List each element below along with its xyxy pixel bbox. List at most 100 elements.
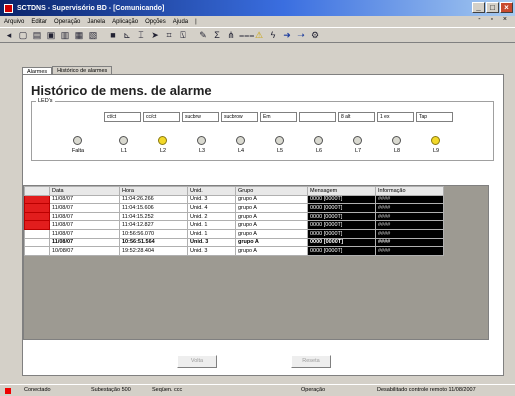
column-header-date[interactable]: Data [49, 186, 120, 196]
menu-help[interactable]: Ajuda [173, 19, 188, 25]
cell-unit: Unid. 1 [187, 228, 236, 239]
save-icon[interactable]: ▣ [45, 29, 57, 41]
column-header-time[interactable]: Hora [119, 186, 188, 196]
reset-button[interactable]: Reseta [291, 355, 331, 368]
preview-icon[interactable]: ▦ [73, 29, 85, 41]
menu-separator: | [195, 18, 197, 25]
led-label: L1 [120, 148, 128, 154]
cell-message: 0000 [0000T] [307, 246, 376, 256]
cell-date: 11/08/07 [49, 220, 120, 230]
alarm-table-area[interactable]: Data Hora Unid. Grupo Mensagem Informaçã… [23, 185, 489, 340]
column-header-group[interactable]: Grupo [235, 186, 308, 196]
table-row[interactable]: 11/08/07 11:04:15.606 Unid. 4 grupo A 0000 [… [24, 203, 444, 213]
settings-icon[interactable]: ⚙ [309, 29, 321, 41]
table-header-row: Data Hora Unid. Grupo Mensagem Informaçã… [24, 186, 444, 196]
table-row[interactable]: 11/08/07 11:04:26.266 Unid. 3 grupo A 0000 [… [24, 194, 444, 205]
cell-unit: Unid. 3 [187, 237, 236, 248]
back-icon[interactable]: ◂ [3, 29, 15, 41]
led-label: L8 [393, 148, 401, 154]
minimize-button[interactable]: _ [472, 2, 485, 13]
arrow-right-icon[interactable]: ➝ [295, 29, 307, 41]
led-header-box: 1 ex [377, 112, 414, 122]
toolbar-separator [101, 29, 105, 41]
sigma-icon[interactable]: Σ [211, 29, 223, 41]
cell-message: 0000 [0000T] [307, 220, 376, 230]
toolbar: ◂ ▢ ▤ ▣ ▥ ▦ ▧ ■ ⊾ ⌶ ➤ ⌗ ⍂ ✎ Σ ⋔ ⩶ ⚠ ϟ ➜ … [0, 27, 515, 43]
lightning-icon[interactable]: ϟ [267, 29, 279, 41]
cell-date: 11/08/07 [49, 228, 120, 239]
back-button[interactable]: Volta [177, 355, 217, 368]
table-row[interactable]: 11/08/07 11:04:15.252 Unid. 2 grupo A 0000 [… [24, 211, 444, 222]
row-status-indicator [24, 194, 50, 205]
text-icon[interactable]: ⍂ [177, 29, 189, 41]
maximize-button[interactable]: □ [486, 2, 499, 13]
column-header-message[interactable]: Mensagem [307, 186, 376, 196]
cell-time: 11:04:12.827 [119, 220, 188, 230]
chart-icon[interactable]: ⊾ [121, 29, 133, 41]
mdi-controls[interactable]: - ▫ × [478, 16, 511, 23]
leds-legend: LED's [36, 98, 55, 104]
led-indicator [73, 136, 82, 145]
column-header-unit[interactable]: Unid. [187, 186, 236, 196]
status-license: Desabilitado controle remoto 11/08/2007 [377, 387, 476, 393]
cell-group: grupo A [235, 220, 308, 230]
led-indicator [353, 136, 362, 145]
print-icon[interactable]: ▥ [59, 29, 71, 41]
menu-operation[interactable]: Operação [54, 19, 80, 25]
row-status-indicator [24, 220, 50, 230]
new-icon[interactable]: ▢ [17, 29, 29, 41]
cell-message: 0000 [0000T] [307, 228, 376, 239]
tool-icon[interactable]: ⌶ [135, 29, 147, 41]
monitor-icon[interactable]: ■ [107, 29, 119, 41]
cell-date: 11/08/07 [49, 203, 120, 213]
wrench-icon[interactable]: ✎ [197, 29, 209, 41]
open-icon[interactable]: ▤ [31, 29, 43, 41]
led-indicator [236, 136, 245, 145]
app-icon [4, 3, 13, 13]
screens-icon[interactable]: ▧ [87, 29, 99, 41]
cell-group: grupo A [235, 228, 308, 239]
column-header-indicator[interactable] [24, 186, 50, 196]
table-row[interactable]: 10/08/07 19:52:28.404 Unid. 3 grupo A 0000 [… [24, 246, 444, 256]
filter-icon[interactable]: ⩶ [239, 29, 254, 41]
cell-unit: Unid. 4 [187, 203, 236, 213]
leds-panel: LED's ct/ct cc/ct sucbrw sucbrow Em 8 al… [31, 98, 494, 161]
menu-window[interactable]: Janela [87, 19, 105, 25]
status-operation: Operação [301, 387, 326, 393]
cell-info: #### [375, 246, 444, 256]
grid-icon[interactable]: ⌗ [163, 29, 175, 41]
row-status-indicator [24, 211, 50, 222]
close-button[interactable]: × [500, 2, 513, 13]
cell-group: grupo A [235, 237, 308, 248]
column-header-info[interactable]: Informação [375, 186, 444, 196]
cell-info: #### [375, 203, 444, 213]
tree-icon[interactable]: ⋔ [225, 29, 237, 41]
menu-application[interactable]: Aplicação [112, 19, 138, 25]
arrow-left-icon[interactable]: ➜ [281, 29, 293, 41]
led-indicator [431, 136, 440, 145]
row-status-indicator [24, 237, 50, 248]
cell-unit: Unid. 3 [187, 246, 236, 256]
menu-edit[interactable]: Editar [31, 19, 47, 25]
cell-message: 0000 [0000T] [307, 194, 376, 205]
led-header-box: cc/ct [143, 112, 180, 122]
pointer-icon[interactable]: ➤ [149, 29, 161, 41]
alarm-history-page: Histórico de mens. de alarme LED's ct/ct… [22, 74, 504, 376]
table-row[interactable]: 11/08/07 10:56:51.564 Unid. 3 grupo A 0000 [… [24, 237, 444, 248]
cell-time: 11:04:15.252 [119, 211, 188, 222]
menu-file[interactable]: Arquivo [4, 19, 24, 25]
menu-options[interactable]: Opções [145, 19, 166, 25]
title-bar: SCTDNS - Supervisório BD - [Comunicando]… [0, 0, 515, 16]
cell-message: 0000 [0000T] [307, 203, 376, 213]
alarm-table-body: 11/08/07 11:04:26.266 Unid. 3 grupo A 0000 [… [24, 194, 444, 256]
table-row[interactable]: 11/08/07 11:04:12.827 Unid. 1 grupo A 0000 [… [24, 220, 444, 230]
led-indicator [158, 136, 167, 145]
cell-info: #### [375, 237, 444, 248]
menu-bar: Arquivo Editar Operação Janela Aplicação… [0, 16, 515, 27]
cell-info: #### [375, 220, 444, 230]
warning-icon[interactable]: ⚠ [253, 29, 265, 41]
led-label: L9 [432, 148, 440, 154]
cell-time: 19:52:28.404 [119, 246, 188, 256]
cell-date: 11/08/07 [49, 237, 120, 248]
table-row[interactable]: 11/08/07 10:56:56.070 Unid. 1 grupo A 0000 [… [24, 228, 444, 239]
